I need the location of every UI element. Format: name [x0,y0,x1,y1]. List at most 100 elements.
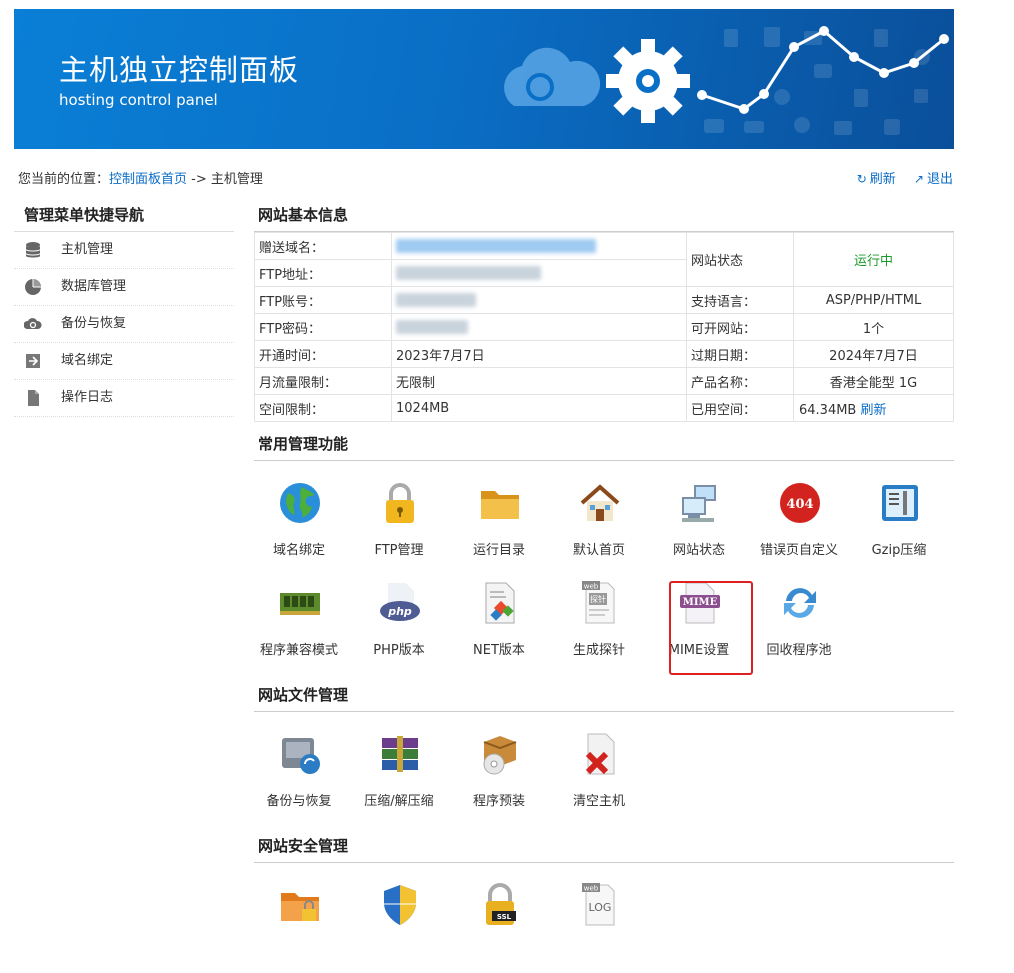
tool-label: 运行目录 [472,543,525,558]
probe-tag: web [584,583,599,591]
tool-shield[interactable] [354,873,444,973]
status-value: 运行中 [793,232,954,287]
table-row: FTP账号： 支持语言： ASP/PHP/HTML [254,286,954,314]
info-value [391,313,687,341]
info-label: 空间限制： [254,394,392,422]
tool-folder-lock[interactable] [254,873,344,973]
tool-label: 备份与恢复 [266,794,332,809]
external-link-icon: ↗ [913,172,924,186]
redacted-value [396,320,468,334]
tool-domain-binding[interactable]: 域名绑定 [254,471,344,571]
archive-books-icon [382,736,418,772]
info-label: 产品名称： [686,367,794,395]
info-value: 2024年7月7日 [793,340,954,368]
mime-highlight-box [669,581,753,675]
tool-label: 默认首页 [572,543,625,558]
tool-recycle-pool[interactable]: 回收程序池 [754,571,844,671]
document-icon [28,390,39,406]
sidebar-item-label: 域名绑定 [61,353,114,368]
header-banner: 主机独立控制面板 hosting control panel [14,9,954,149]
info-label: 网站状态 [686,232,794,287]
refresh-space-link[interactable]: 刷新 [861,403,887,418]
sidebar-item-label: 数据库管理 [61,279,127,294]
tool-net-version[interactable]: NET版本 [454,571,544,671]
logout-link[interactable]: ↗ 退出 [914,172,953,187]
tool-label: 回收程序池 [766,643,832,658]
sidebar-item-log[interactable]: 操作日志 [14,380,234,417]
info-value: 1024MB [391,394,687,422]
info-label: FTP地址： [254,259,392,287]
tool-default-page[interactable]: 默认首页 [554,471,644,571]
refresh-link[interactable]: ↻ 刷新 [857,172,896,187]
tool-php-version[interactable]: php PHP版本 [354,571,444,671]
breadcrumb-prefix: 您当前的位置： [18,172,110,187]
sidebar-item-host[interactable]: 主机管理 [14,232,234,269]
tool-gzip[interactable]: Gzip压缩 [854,471,944,571]
redacted-value [396,293,476,307]
padlock-icon [386,483,414,523]
section-title-security: 网站安全管理 [254,836,954,863]
house-icon [580,484,620,521]
cloud-sync-icon [24,318,42,329]
info-label: 已用空间： [686,394,794,422]
info-value [391,232,687,260]
table-row: 开通时间： 2023年7月7日 过期日期： 2024年7月7日 [254,340,954,368]
log-tag: web [584,885,599,893]
section-title-info: 网站基本信息 [254,205,954,232]
info-label: FTP密码： [254,313,392,341]
tool-label: 程序兼容模式 [259,643,338,658]
table-row: 空间限制： 1024MB 已用空间： 64.34MB 刷新 [254,394,954,422]
arrow-box-icon [26,354,40,368]
ssl-icon-text: SSL [497,913,512,921]
tool-error-page[interactable]: 404 错误页自定义 [754,471,844,571]
tool-compat-mode[interactable]: 程序兼容模式 [254,571,344,671]
tool-label: PHP版本 [373,643,425,658]
pie-chart-icon [25,279,41,295]
network-computers-icon [682,485,716,522]
section-title-files: 网站文件管理 [254,685,954,712]
top-links: ↻ 刷新 ↗ 退出 [843,168,953,187]
globe-icon [280,483,320,523]
tool-label: 错误页自定义 [759,543,838,558]
common-tools-grid: 域名绑定 FTP管理 运行目录 默认首页 网站状态 404 错误页自定义 Gzi… [254,461,954,685]
tool-backup-restore[interactable]: 备份与恢复 [254,722,344,822]
sidebar-item-backup[interactable]: 备份与恢复 [14,306,234,343]
tool-label: 清空主机 [572,794,625,809]
table-row: FTP密码： 可开网站： 1个 [254,313,954,341]
tool-compress[interactable]: 压缩/解压缩 [354,722,444,822]
sidebar-item-label: 操作日志 [61,390,114,405]
tool-run-directory[interactable]: 运行目录 [454,471,544,571]
log-icon-text: LOG [589,901,612,914]
backup-drive-icon [282,738,320,774]
info-label: 开通时间： [254,340,392,368]
log-document-icon: web LOG [582,883,615,926]
net-document-icon [485,582,515,624]
sidebar-item-label: 备份与恢复 [61,316,127,331]
sidebar-item-database[interactable]: 数据库管理 [14,269,234,306]
ssl-lock-icon: SSL [486,883,516,925]
tool-label: 程序预装 [472,794,525,809]
tool-site-status[interactable]: 网站状态 [654,471,744,571]
main-content: 网站基本信息 赠送域名： 网站状态 运行中 FTP地址： FTP账号： 支持语言… [254,205,954,926]
tool-preinstall[interactable]: 程序预装 [454,722,544,822]
tool-label: 生成探针 [572,643,625,658]
banner-graphic [504,26,949,135]
tool-clear-host[interactable]: 清空主机 [554,722,644,822]
table-row: 月流量限制： 无限制 产品名称： 香港全能型 1G [254,367,954,395]
sidebar-item-domain[interactable]: 域名绑定 [14,343,234,380]
tool-log[interactable]: web LOG [554,873,644,973]
shield-icon [384,885,416,925]
tool-ftp[interactable]: FTP管理 [354,471,444,571]
banner-title: 主机独立控制面板 [59,53,300,87]
info-value [391,259,687,287]
database-icon [26,242,40,258]
redacted-value [396,266,541,280]
delete-document-icon [585,733,615,775]
tool-label: 压缩/解压缩 [364,794,434,809]
refresh-icon: ↻ [856,172,867,186]
breadcrumb-home-link[interactable]: 控制面板首页 [109,172,187,187]
tool-probe[interactable]: web 探针 生成探针 [554,571,644,671]
refresh-label: 刷新 [869,172,896,187]
tool-label: NET版本 [473,643,525,658]
tool-ssl[interactable]: SSL [454,873,544,973]
